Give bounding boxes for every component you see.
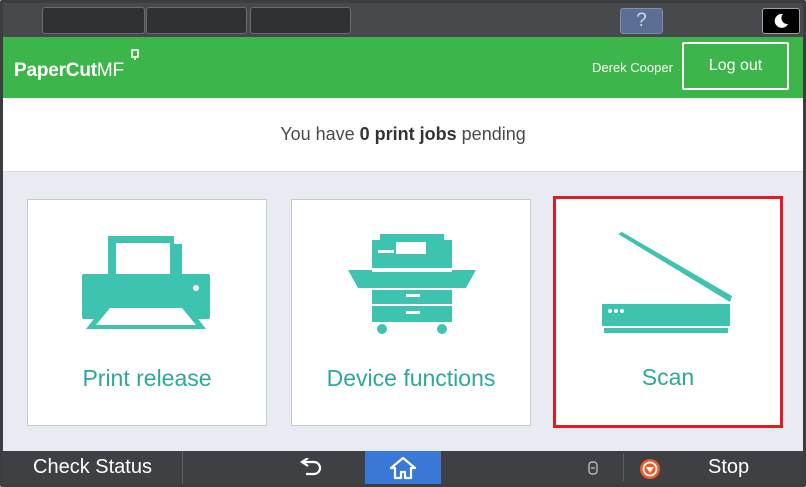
pending-jobs-message: You have 0 print jobs pending	[3, 98, 803, 172]
scanner-icon	[602, 232, 732, 333]
logo-main-text: PaperCut	[14, 60, 97, 81]
user-name: Derek Cooper	[592, 60, 673, 75]
back-arrow-icon	[300, 457, 322, 475]
pending-count: 0 print jobs	[359, 124, 457, 144]
printer-icon	[82, 236, 210, 329]
stop-button[interactable]: Stop	[708, 451, 749, 484]
system-bar: ?	[3, 3, 803, 37]
app-header: PaperCutMF Derek Cooper Log out	[3, 37, 803, 98]
papercut-logo: PaperCutMF	[14, 60, 124, 82]
function-tiles: Print release Device functions Scan	[3, 172, 803, 451]
tile-label: Scan	[641, 364, 695, 390]
system-button-1[interactable]	[42, 7, 145, 34]
pending-suffix: pending	[456, 124, 526, 144]
data-indicator	[584, 451, 602, 484]
data-in-icon	[588, 460, 598, 475]
system-button-2[interactable]	[146, 7, 247, 34]
logo-suffix-text: MF	[96, 60, 124, 81]
stop-icon[interactable]	[639, 458, 661, 480]
scan-tile[interactable]: Scan	[553, 196, 783, 428]
logout-button[interactable]: Log out	[682, 42, 789, 90]
check-status-button[interactable]: Check Status	[3, 451, 183, 484]
bottom-bar: Check Status Stop	[3, 451, 803, 484]
device-functions-tile[interactable]: Device functions	[291, 199, 531, 426]
home-button[interactable]	[365, 451, 441, 484]
back-button[interactable]	[286, 451, 336, 484]
logo-mark-icon	[131, 49, 139, 60]
tile-label: Print release	[82, 365, 212, 391]
divider	[623, 454, 624, 481]
energy-saver-button[interactable]	[762, 8, 800, 34]
pending-prefix: You have	[280, 124, 360, 144]
tile-label: Device functions	[326, 365, 496, 391]
copier-icon	[348, 234, 476, 334]
print-release-tile[interactable]: Print release	[27, 199, 267, 426]
home-icon	[389, 456, 417, 479]
system-button-3[interactable]	[250, 7, 351, 34]
help-button[interactable]: ?	[620, 8, 663, 34]
moon-icon	[774, 13, 788, 28]
